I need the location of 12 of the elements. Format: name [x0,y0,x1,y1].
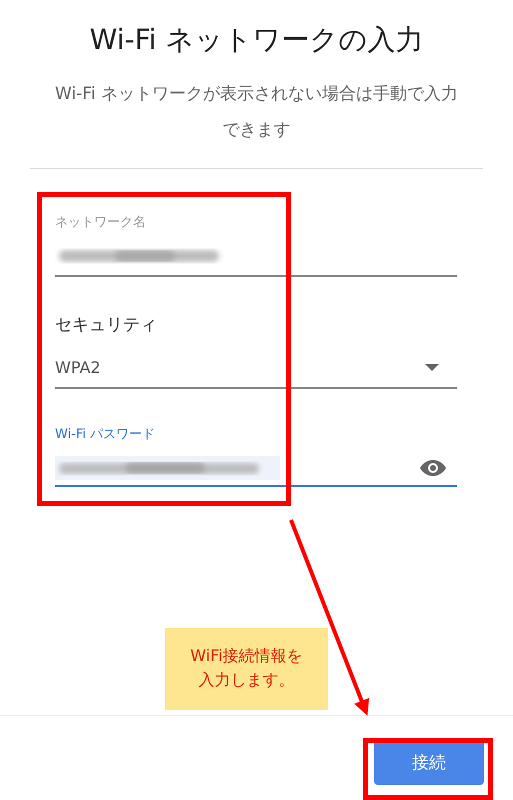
field-label: セキュリティ [55,314,158,336]
caret-icon [425,364,439,372]
dialog-title: Wi-Fi ネットワークの入力 [88,22,424,58]
annotation-text: WiFi接続情報を [190,645,303,667]
annotation-text: 入力します。 [198,669,294,691]
network-name-field[interactable]: ネットワーク名 [55,213,457,277]
password-field[interactable]: Wi-Fi パスワード [55,425,457,487]
field-label: Wi-Fi パスワード [55,426,156,443]
eye-icon[interactable] [419,459,447,477]
security-dropdown[interactable]: WPA2 [55,358,457,389]
description-text: Wi-Fi ネットワークが表示されない場合は手動で入力できます [54,83,459,142]
field-label: ネットワーク名 [55,214,147,231]
